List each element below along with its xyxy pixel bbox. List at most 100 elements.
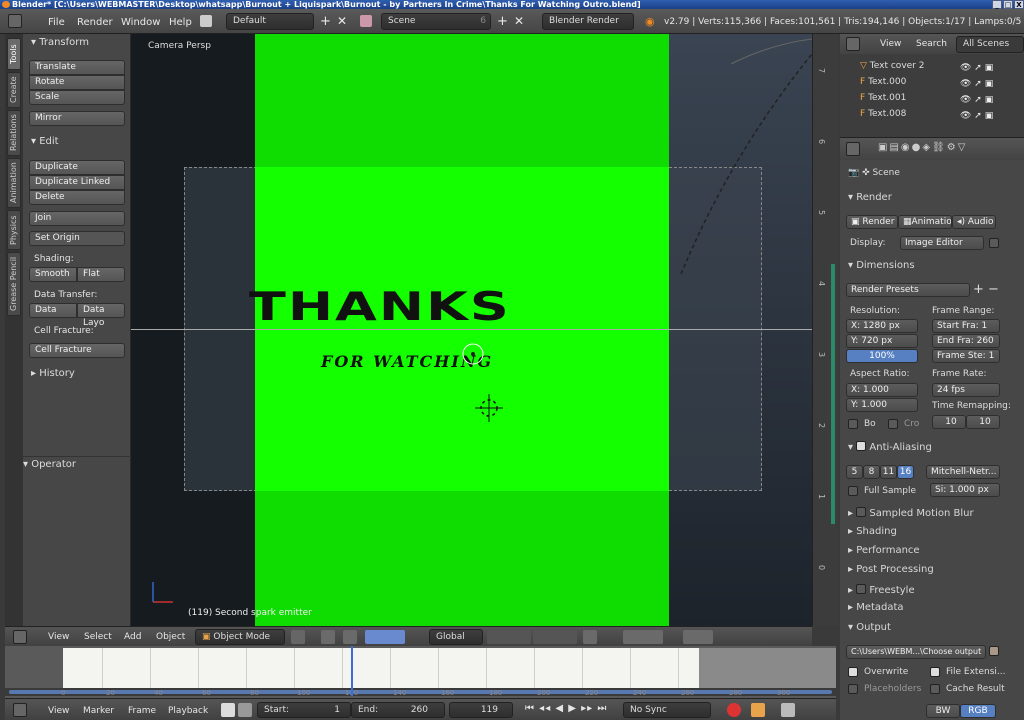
- record-icon[interactable]: [727, 703, 741, 717]
- smooth-button[interactable]: Smooth: [29, 267, 77, 282]
- rotate-button[interactable]: Rotate: [29, 75, 125, 90]
- data-layout-button[interactable]: Data Layo: [77, 303, 125, 328]
- viewport-shading-icon[interactable]: [291, 630, 305, 644]
- resolution-percent-field[interactable]: 100%: [846, 349, 918, 363]
- lock-range-icon[interactable]: [238, 703, 252, 717]
- outliner-item[interactable]: F Text.000: [860, 77, 906, 87]
- resolution-x-field[interactable]: X: 1280 px: [846, 319, 918, 333]
- aspect-x-field[interactable]: X: 1.000: [846, 383, 918, 397]
- add-layout-icon[interactable]: +: [320, 14, 331, 29]
- scene-dropdown[interactable]: Scene 6: [381, 13, 491, 30]
- aa-samples-5[interactable]: 5: [846, 465, 863, 479]
- placeholders-checkbox[interactable]: [848, 684, 858, 694]
- layers-icon[interactable]: [487, 630, 531, 644]
- layers-2-icon[interactable]: [533, 630, 577, 644]
- cache-result-checkbox[interactable]: [930, 684, 940, 694]
- display-dropdown[interactable]: Image Editor: [900, 236, 984, 250]
- timeline-playhead[interactable]: [351, 646, 353, 696]
- viewport-editor-icon[interactable]: [13, 630, 27, 644]
- proportional-edit-icon[interactable]: [623, 630, 663, 644]
- timeline[interactable]: 0 20 40 60 80 100 120 140 160 180 200 22…: [5, 646, 836, 698]
- menu-help[interactable]: Help: [169, 17, 192, 28]
- dimensions-panel-header[interactable]: ▾ Dimensions: [848, 260, 915, 271]
- shading-panel-header[interactable]: ▸ Shading: [848, 526, 897, 537]
- object-origin-icon[interactable]: [461, 342, 491, 372]
- frame-rate-dropdown[interactable]: 24 fps: [932, 383, 1000, 397]
- end-frame-field[interactable]: End: 260: [351, 702, 445, 718]
- screen-layout-icon[interactable]: [200, 15, 212, 27]
- remove-layout-icon[interactable]: ✕: [337, 14, 347, 28]
- menu-window[interactable]: Window: [121, 17, 160, 28]
- outliner-editor-icon[interactable]: [846, 37, 860, 51]
- outliner-search-menu[interactable]: Search: [916, 39, 947, 49]
- tab-create[interactable]: Create: [7, 72, 21, 108]
- overwrite-checkbox[interactable]: [848, 667, 858, 677]
- close-button[interactable]: X: [1014, 0, 1024, 9]
- end-frame-field[interactable]: End Fra: 260: [932, 334, 1000, 348]
- post-processing-panel-header[interactable]: ▸ Post Processing: [848, 564, 934, 575]
- join-button[interactable]: Join: [29, 211, 125, 226]
- aspect-y-field[interactable]: Y: 1.000: [846, 398, 918, 412]
- timeline-frame-menu[interactable]: Frame: [128, 706, 156, 716]
- playback-controls-icons[interactable]: ⏮ ◂◂ ◀ ▶ ▸▸ ⏭: [525, 703, 607, 714]
- screen-layout-dropdown[interactable]: Default: [226, 13, 314, 30]
- viewport-add-menu[interactable]: Add: [124, 632, 141, 642]
- timeline-frames-area[interactable]: [63, 648, 699, 688]
- freestyle-checkbox[interactable]: [856, 584, 867, 594]
- tab-relations[interactable]: Relations: [7, 110, 21, 156]
- start-frame-field[interactable]: Start: 1: [257, 702, 351, 718]
- preview-range-icon[interactable]: [221, 703, 235, 717]
- minimize-button[interactable]: _: [992, 0, 1002, 9]
- sync-mode-dropdown[interactable]: No Sync: [623, 702, 711, 718]
- data-transfer-button[interactable]: Data: [29, 303, 77, 318]
- timeline-scrollbar[interactable]: [5, 688, 836, 696]
- properties-editor-icon[interactable]: [846, 142, 860, 156]
- transform-panel-header[interactable]: ▾ Transform: [31, 37, 89, 48]
- timeline-marker-menu[interactable]: Marker: [83, 706, 114, 716]
- info-editor-icon[interactable]: [8, 14, 22, 28]
- history-panel-header[interactable]: ▸ History: [31, 368, 75, 379]
- outliner-display-dropdown[interactable]: All Scenes: [956, 36, 1024, 53]
- translate-button[interactable]: Translate: [29, 60, 125, 75]
- keyframe-type-icon[interactable]: [781, 703, 795, 717]
- tab-grease-pencil[interactable]: Grease Pencil: [7, 252, 21, 316]
- duplicate-linked-button[interactable]: Duplicate Linked: [29, 175, 125, 190]
- file-browser-icon[interactable]: [989, 646, 999, 656]
- edit-panel-header[interactable]: ▾ Edit: [31, 136, 59, 147]
- delete-button[interactable]: Delete: [29, 190, 125, 205]
- viewport-view-menu[interactable]: View: [48, 632, 69, 642]
- current-frame-field[interactable]: 119: [449, 702, 513, 718]
- duplicate-button[interactable]: Duplicate: [29, 160, 125, 175]
- color-bw-button[interactable]: BW: [926, 704, 960, 718]
- tab-tools[interactable]: Tools: [7, 38, 21, 70]
- timeline-view-menu[interactable]: View: [48, 706, 69, 716]
- maximize-button[interactable]: □: [1003, 0, 1013, 9]
- outliner-item[interactable]: ▽ Text cover 2: [860, 61, 924, 71]
- snap-icon[interactable]: [583, 630, 597, 644]
- timeline-playback-menu[interactable]: Playback: [168, 706, 208, 716]
- motion-blur-panel-header[interactable]: ▸ Sampled Motion Blur: [848, 506, 974, 519]
- render-button[interactable]: ▣ Render: [846, 215, 898, 229]
- render-engine-dropdown[interactable]: Blender Render: [542, 13, 634, 30]
- resolution-y-field[interactable]: Y: 720 px: [846, 334, 918, 348]
- file-extensions-checkbox[interactable]: [930, 667, 940, 677]
- context-tabs-icons[interactable]: ▣▤◉●◈⛓⚙▽: [878, 142, 967, 153]
- remove-scene-icon[interactable]: ✕: [514, 14, 524, 28]
- menu-render[interactable]: Render: [77, 17, 113, 28]
- render-audio-button[interactable]: ◂) Audio: [952, 215, 996, 229]
- performance-panel-header[interactable]: ▸ Performance: [848, 545, 920, 556]
- viewport-select-menu[interactable]: Select: [84, 632, 112, 642]
- aa-filter-dropdown[interactable]: Mitchell-Netr...: [926, 465, 1000, 479]
- frame-step-field[interactable]: Frame Ste: 1: [932, 349, 1000, 363]
- anti-aliasing-checkbox[interactable]: [856, 441, 867, 451]
- crop-checkbox[interactable]: [888, 419, 898, 429]
- tab-animation[interactable]: Animation: [7, 158, 21, 208]
- lock-icon[interactable]: [989, 238, 999, 248]
- operator-panel-header[interactable]: ▾ Operator: [15, 456, 131, 470]
- render-preview-icon[interactable]: [683, 630, 713, 644]
- remap-new-field[interactable]: 10: [966, 415, 1000, 429]
- menu-file[interactable]: File: [48, 17, 65, 28]
- tab-physics[interactable]: Physics: [7, 210, 21, 250]
- outliner-item[interactable]: F Text.008: [860, 109, 906, 119]
- outliner-item[interactable]: F Text.001: [860, 93, 906, 103]
